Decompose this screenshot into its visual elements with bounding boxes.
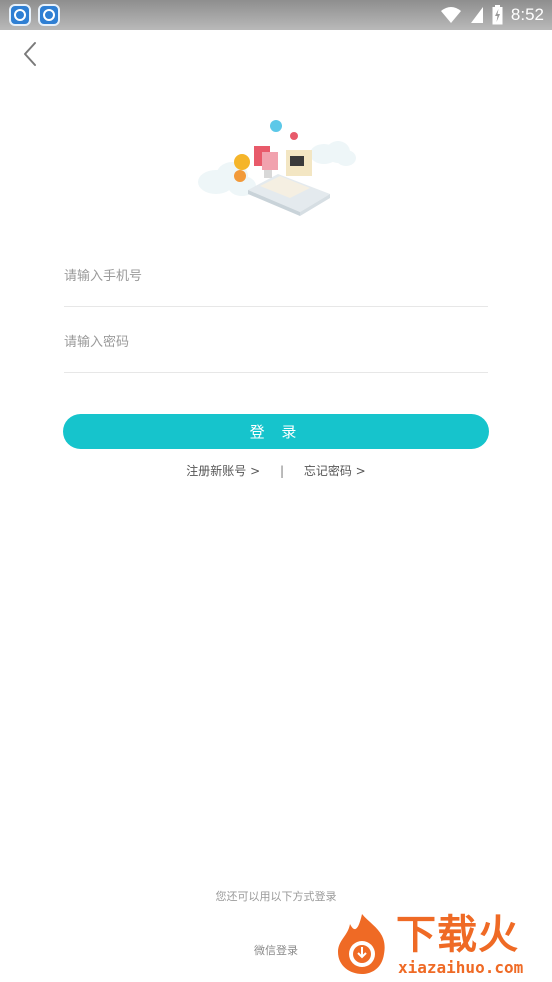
login-button[interactable]: 登 录 — [63, 414, 489, 449]
forgot-password-link[interactable]: 忘记密码 > — [304, 464, 366, 478]
register-link[interactable]: 注册新账号 > — [186, 464, 260, 478]
phone-field — [64, 246, 488, 307]
hero-illustration — [198, 120, 356, 216]
password-field — [64, 312, 488, 373]
wifi-icon — [440, 7, 461, 23]
wechat-login-button[interactable]: 微信登录 — [236, 942, 316, 958]
link-separator: | — [279, 464, 285, 478]
watermark-logo: 下载火 xiazaihuo.com — [326, 910, 552, 982]
status-time: 8:52 — [510, 5, 544, 24]
chevron-left-icon — [24, 42, 36, 66]
phone-input[interactable] — [64, 246, 488, 306]
watermark-title: 下载火 — [396, 912, 519, 958]
app-notification-icon — [9, 4, 31, 26]
watermark-url: xiazaihuo.com — [398, 958, 524, 977]
account-links: 注册新账号 > | 忘记密码 > — [0, 462, 552, 479]
password-input[interactable] — [64, 312, 488, 372]
signal-icon — [470, 7, 483, 23]
flame-logo-icon — [338, 914, 385, 974]
cloud-right — [310, 141, 356, 166]
battery-charging-icon — [492, 5, 503, 25]
other-login-methods-label: 您还可以用以下方式登录 — [215, 890, 337, 903]
back-button[interactable] — [14, 38, 46, 70]
status-bar: 8:52 — [0, 0, 552, 30]
app-notification-icon — [38, 4, 60, 26]
status-indicators: 8:52 — [440, 4, 544, 26]
